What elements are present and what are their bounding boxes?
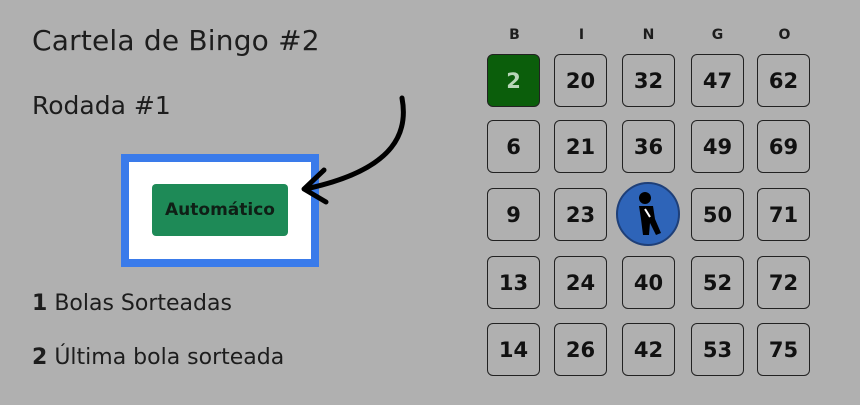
bingo-cell[interactable]: 40	[622, 256, 675, 309]
round-label: Rodada #1	[32, 91, 171, 120]
bingo-cell[interactable]: 23	[554, 188, 607, 241]
bingo-cell[interactable]: 72	[757, 256, 810, 309]
column-letter: N	[642, 27, 655, 43]
bingo-cell[interactable]: 71	[757, 188, 810, 241]
bingo-cell[interactable]: 69	[757, 120, 810, 173]
bingo-cell[interactable]: 62	[757, 54, 810, 107]
auto-button[interactable]: Automático	[152, 184, 288, 236]
column-letter: G	[711, 27, 724, 43]
bingo-cell[interactable]: 20	[554, 54, 607, 107]
bingo-cell[interactable]: 53	[691, 323, 744, 376]
bingo-cell[interactable]: 32	[622, 54, 675, 107]
bingo-cell[interactable]: 24	[554, 256, 607, 309]
bingo-cell[interactable]: 36	[622, 120, 675, 173]
bingo-cell[interactable]: 21	[554, 120, 607, 173]
card-title: Cartela de Bingo #2	[32, 24, 320, 57]
bingo-cell[interactable]: 26	[554, 323, 607, 376]
bingo-cell[interactable]: 42	[622, 323, 675, 376]
bingo-cell[interactable]: 6	[487, 120, 540, 173]
last-ball-label: Última bola sorteada	[54, 345, 285, 370]
balls-drawn-stat: 1 Bolas Sorteadas	[32, 291, 232, 316]
free-space-cell	[616, 182, 680, 246]
free-space-person-icon	[639, 192, 661, 235]
column-letter: I	[578, 27, 585, 43]
bingo-cell[interactable]: 9	[487, 188, 540, 241]
column-letter: B	[509, 27, 520, 43]
bingo-cell[interactable]: 47	[691, 54, 744, 107]
last-ball-value: 2	[32, 345, 48, 370]
bingo-cell[interactable]: 52	[691, 256, 744, 309]
bingo-cell[interactable]: 75	[757, 323, 810, 376]
last-ball-stat: 2 Última bola sorteada	[32, 345, 284, 370]
column-letter: O	[778, 27, 791, 43]
balls-drawn-label: Bolas Sorteadas	[54, 291, 232, 316]
bingo-header: B I N G O	[487, 27, 812, 47]
balls-drawn-count: 1	[32, 291, 48, 316]
bingo-cell[interactable]: 13	[487, 256, 540, 309]
bingo-cell[interactable]: 2	[487, 54, 540, 107]
bingo-cell[interactable]: 50	[691, 188, 744, 241]
bingo-cell[interactable]: 14	[487, 323, 540, 376]
bingo-cell[interactable]: 49	[691, 120, 744, 173]
pointer-arrow-icon	[301, 95, 406, 205]
